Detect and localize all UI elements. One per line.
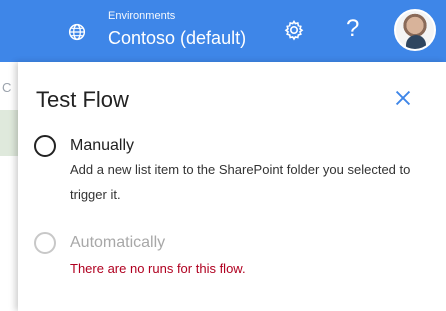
- panel-title: Test Flow: [36, 87, 129, 112]
- option-label-automatically: Automatically: [70, 234, 166, 251]
- background-highlight: [0, 110, 18, 156]
- gear-icon[interactable]: [282, 18, 306, 42]
- radio-manually[interactable]: [34, 135, 56, 157]
- option-description-manually: Add a new list item to the SharePoint fo…: [70, 162, 411, 202]
- option-label-manually: Manually: [70, 137, 135, 154]
- top-bar: Environments Contoso (default) ?: [0, 0, 446, 62]
- close-icon[interactable]: [392, 87, 414, 109]
- test-flow-panel: Test Flow Manually Add a new list item t…: [18, 62, 446, 311]
- partial-text: C: [2, 80, 12, 95]
- user-avatar[interactable]: [394, 9, 436, 51]
- background-page-strip: C: [0, 62, 18, 311]
- globe-icon[interactable]: [66, 21, 88, 43]
- help-icon[interactable]: ?: [346, 15, 359, 43]
- no-runs-error: There are no runs for this flow.: [70, 261, 246, 276]
- option-manually[interactable]: Manually Add a new list item to the Shar…: [34, 135, 434, 215]
- option-automatically: Automatically There are no runs for this…: [34, 232, 434, 282]
- environment-caption: Environments: [108, 10, 176, 22]
- environment-selector[interactable]: Contoso (default): [108, 27, 246, 49]
- radio-automatically: [34, 232, 56, 254]
